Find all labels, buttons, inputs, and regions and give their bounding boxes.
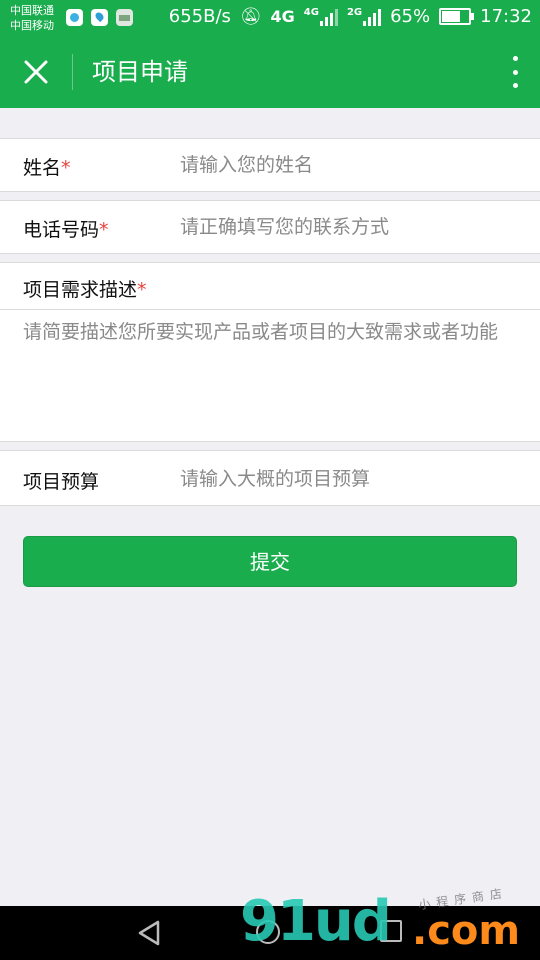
phone-input[interactable] (180, 214, 520, 240)
close-icon (24, 60, 48, 84)
image-notification-icon (116, 9, 133, 26)
status-bar: 中国联通 中国移动 655B/s 🔕︎ 4G 4G 2G 65% 17:32 (0, 0, 540, 36)
name-label: 姓名* (23, 153, 71, 180)
mute-icon: 🔕︎ (239, 6, 262, 27)
status-indicators: 655B/s 🔕︎ 4G 4G 2G 65% 17:32 (169, 6, 532, 27)
nav-divider (72, 54, 73, 90)
budget-label: 项目预算 (23, 471, 100, 493)
submit-button[interactable]: 提交 (23, 536, 517, 587)
notification-icons (66, 9, 133, 26)
budget-input[interactable] (180, 466, 520, 492)
network-type-2: 2G (346, 6, 363, 18)
signal-icon-2 (363, 8, 382, 26)
network-type-1: 4G (270, 7, 295, 26)
required-mark: * (137, 279, 147, 301)
page-title: 项目申请 (92, 58, 188, 86)
carrier-1: 中国联通 (10, 4, 54, 17)
required-mark: * (99, 219, 109, 241)
system-nav-bar (0, 906, 540, 960)
location-notification-icon (91, 9, 108, 26)
carrier-2: 中国移动 (10, 19, 54, 32)
network-speed: 655B/s (168, 6, 231, 27)
close-button[interactable] (18, 54, 54, 90)
description-label: 项目需求描述* (23, 275, 147, 302)
battery-percent: 65% (390, 6, 431, 27)
phone-label-text: 电话号码 (23, 219, 100, 241)
more-button[interactable] (510, 54, 520, 90)
phone-label: 电话号码* (23, 215, 109, 242)
more-dot (512, 69, 518, 75)
signal-icon (319, 8, 338, 26)
more-dot (512, 83, 518, 88)
description-area (0, 310, 540, 441)
home-icon[interactable] (256, 920, 280, 944)
battery-icon (439, 8, 475, 25)
name-label-text: 姓名 (23, 157, 62, 179)
description-row: 项目需求描述* (0, 262, 540, 442)
back-icon[interactable] (136, 919, 164, 947)
recent-apps-icon[interactable] (380, 920, 402, 942)
clock: 17:32 (480, 6, 532, 27)
required-mark: * (61, 157, 71, 179)
network-type-1-small: 4G (303, 6, 319, 18)
phone-row: 电话号码* (0, 200, 540, 254)
description-label-text: 项目需求描述 (23, 279, 138, 301)
description-textarea[interactable] (23, 320, 520, 420)
name-row: 姓名* (0, 138, 540, 192)
more-vertical-icon (512, 56, 518, 61)
app-notification-icon (66, 9, 83, 26)
budget-row: 项目预算 (0, 450, 540, 506)
carrier-names: 中国联通 中国移动 (10, 3, 54, 33)
nav-bar: 项目申请 (0, 36, 540, 108)
name-input[interactable] (180, 152, 520, 178)
